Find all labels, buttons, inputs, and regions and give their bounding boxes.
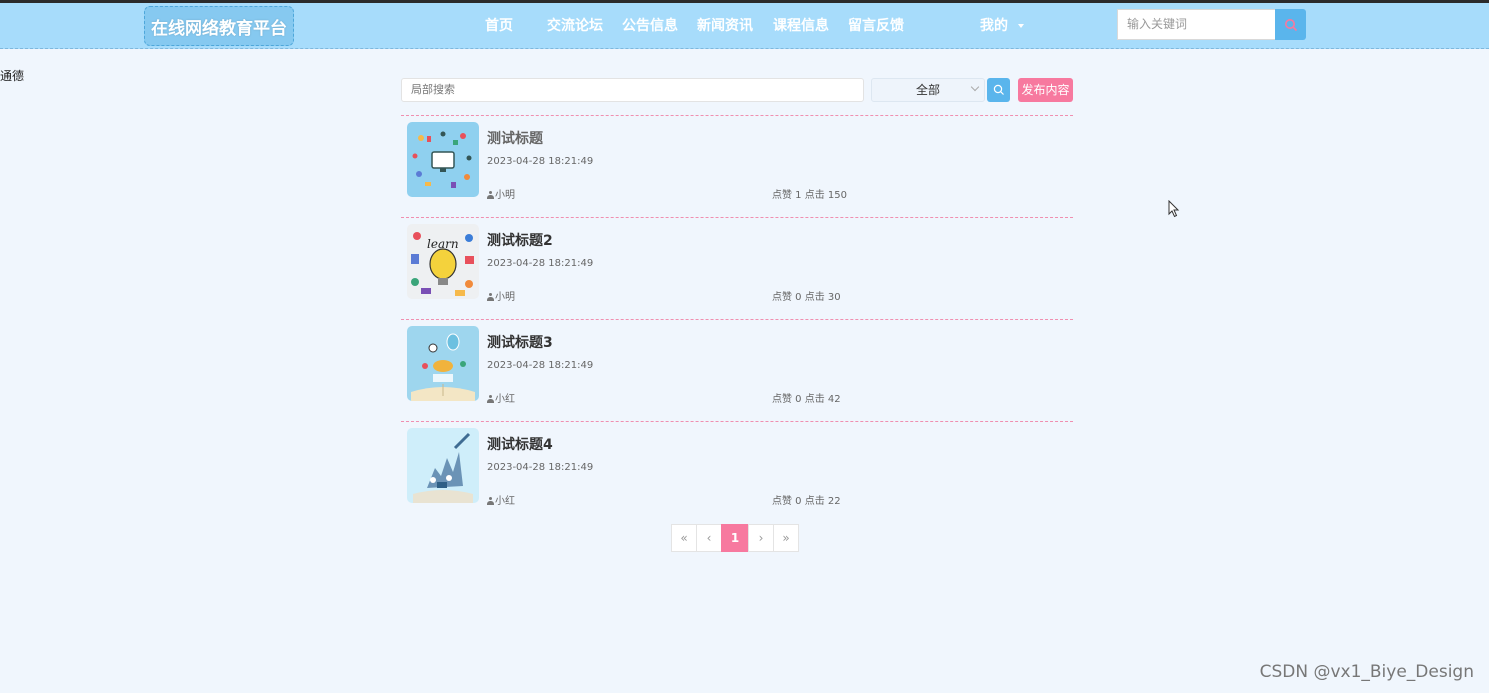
post-thumbnail[interactable] xyxy=(407,428,479,503)
page-next-button[interactable]: › xyxy=(748,524,774,552)
search-icon xyxy=(1284,18,1297,31)
site-logo[interactable]: 在线网络教育平台 xyxy=(144,6,294,46)
nav-feedback[interactable]: 留言反馈 xyxy=(848,6,904,46)
post-title[interactable]: 测试标题4 xyxy=(487,434,553,454)
post-stats: 点赞 0 点击 42 xyxy=(772,394,841,405)
post-author-name: 小红 xyxy=(495,496,515,507)
post-author-name: 小明 xyxy=(495,190,515,201)
category-select-value: 全部 xyxy=(915,83,940,97)
page-last-button[interactable]: » xyxy=(773,524,799,552)
post-author: 小红 xyxy=(487,492,515,507)
pagination: « ‹ 1 › » xyxy=(671,524,799,552)
list-item[interactable]: 测试标题 2023-04-28 18:21:49 小明 点赞 1 点击 150 xyxy=(401,115,1073,215)
post-date: 2023-04-28 18:21:49 xyxy=(487,258,594,269)
post-stats: 点赞 0 点击 22 xyxy=(772,496,841,507)
post-title[interactable]: 测试标题 xyxy=(487,128,543,148)
post-author: 小红 xyxy=(487,390,515,405)
user-icon xyxy=(487,191,494,199)
post-thumbnail[interactable]: learn xyxy=(407,224,479,299)
post-title[interactable]: 测试标题3 xyxy=(487,332,553,352)
post-date: 2023-04-28 18:21:49 xyxy=(487,156,594,167)
post-date: 2023-04-28 18:21:49 xyxy=(487,462,594,473)
post-date: 2023-04-28 18:21:49 xyxy=(487,360,594,371)
post-author-name: 小明 xyxy=(495,292,515,303)
list-item[interactable]: 测试标题3 2023-04-28 18:21:49 小红 点赞 0 点击 42 xyxy=(401,319,1073,419)
nav-home[interactable]: 首页 xyxy=(485,6,513,46)
page-first-button[interactable]: « xyxy=(671,524,697,552)
stray-text: 通德 xyxy=(0,69,25,83)
page-current-button[interactable]: 1 xyxy=(721,524,749,552)
nav-forum[interactable]: 交流论坛 xyxy=(547,6,603,46)
local-search-input[interactable]: 局部搜索 xyxy=(401,78,864,102)
post-thumbnail[interactable] xyxy=(407,326,479,401)
mouse-cursor-icon xyxy=(1168,200,1180,218)
post-title[interactable]: 测试标题2 xyxy=(487,230,553,250)
search-icon xyxy=(993,84,1004,95)
nav-news[interactable]: 新闻资讯 xyxy=(697,6,753,46)
post-thumbnail[interactable] xyxy=(407,122,479,197)
nav-announcements[interactable]: 公告信息 xyxy=(622,6,678,46)
page-prev-button[interactable]: ‹ xyxy=(696,524,722,552)
watermark: CSDN @vx1_Biye_Design xyxy=(1259,662,1474,682)
nav-my-label: 我的 xyxy=(980,18,1008,34)
user-icon xyxy=(487,497,494,505)
chevron-down-icon xyxy=(970,82,980,92)
list-item[interactable]: learn 测试标题2 2023-04-28 18:21:49 小明 点赞 0 … xyxy=(401,217,1073,317)
top-navbar: 在线网络教育平台 首页 交流论坛 公告信息 新闻资讯 课程信息 留言反馈 我的 … xyxy=(0,3,1489,49)
local-search-button[interactable] xyxy=(987,78,1010,102)
nav-my-account[interactable]: 我的 xyxy=(980,6,1024,46)
global-search-button[interactable] xyxy=(1275,9,1306,40)
publish-button[interactable]: 发布内容 xyxy=(1018,78,1073,102)
svg-text:learn: learn xyxy=(427,237,459,251)
post-author-name: 小红 xyxy=(495,394,515,405)
post-author: 小明 xyxy=(487,186,515,201)
list-item[interactable]: 测试标题4 2023-04-28 18:21:49 小红 点赞 0 点击 22 xyxy=(401,421,1073,521)
caret-down-icon xyxy=(1018,24,1024,28)
user-icon xyxy=(487,293,494,301)
nav-courses[interactable]: 课程信息 xyxy=(773,6,829,46)
global-search-input[interactable]: 输入关键词 xyxy=(1117,9,1275,40)
post-stats: 点赞 1 点击 150 xyxy=(772,190,847,201)
category-select[interactable]: 全部 xyxy=(871,78,985,102)
user-icon xyxy=(487,395,494,403)
post-author: 小明 xyxy=(487,288,515,303)
post-stats: 点赞 0 点击 30 xyxy=(772,292,841,303)
